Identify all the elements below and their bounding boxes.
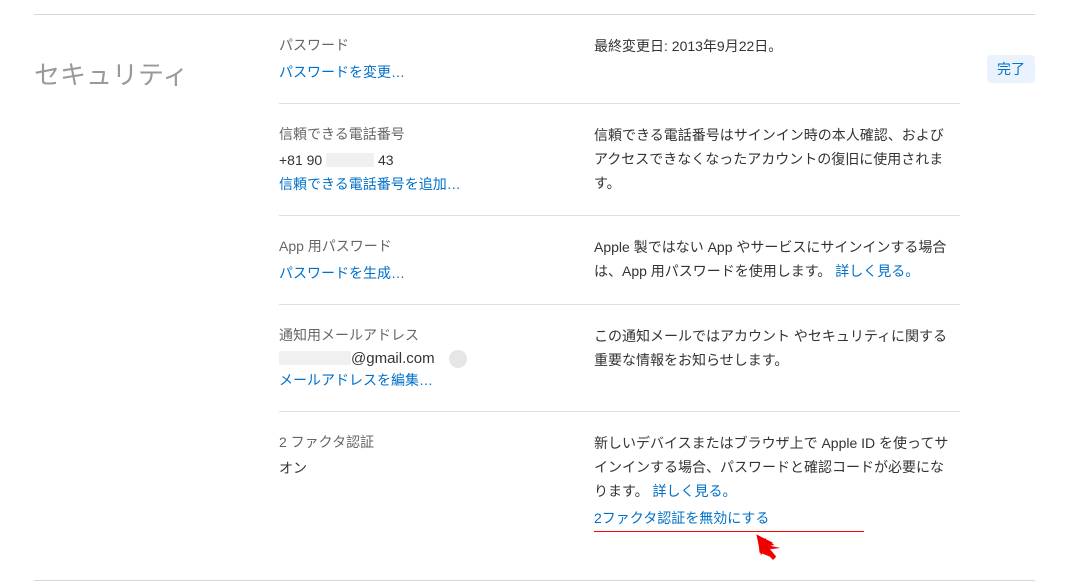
- tfa-learn-more-link[interactable]: 詳しく見る。: [653, 483, 737, 499]
- generate-app-password-link[interactable]: パスワードを生成…: [279, 261, 574, 286]
- annotation-arrow-icon: [752, 530, 782, 565]
- app-password-label: App 用パスワード: [279, 236, 574, 257]
- tfa-description: 新しいデバイスまたはブラウザ上で Apple ID を使ってサインインする場合、…: [594, 432, 954, 503]
- phone-value: +81 90 43: [279, 149, 574, 171]
- row-notification-email: 通知用メールアドレス @gmail.com メールアドレスを編集… この通知メー…: [279, 305, 960, 412]
- status-indicator-icon: [449, 350, 467, 368]
- app-password-learn-more-link[interactable]: 詳しく見る。: [835, 263, 919, 279]
- email-value: @gmail.com: [279, 350, 435, 367]
- annotation-underline: [594, 531, 864, 532]
- email-label: 通知用メールアドレス: [279, 325, 574, 346]
- password-last-changed: 最終変更日: 2013年9月22日。: [594, 35, 954, 59]
- disable-tfa-link[interactable]: 2ファクタ認証を無効にする: [594, 508, 954, 528]
- change-password-link[interactable]: パスワードを変更…: [279, 60, 574, 85]
- phone-label: 信頼できる電話番号: [279, 124, 574, 145]
- app-password-description: Apple 製ではない App やサービスにサインインする場合は、App 用パス…: [594, 236, 954, 284]
- row-two-factor: 2 ファクタ認証 オン 新しいデバイスまたはブラウザ上で Apple ID を使…: [279, 412, 960, 549]
- email-local-masked: [279, 351, 351, 365]
- tfa-status: オン: [279, 457, 574, 479]
- edit-email-link[interactable]: メールアドレスを編集…: [279, 368, 574, 393]
- row-app-password: App 用パスワード パスワードを生成… Apple 製ではない App やサー…: [279, 216, 960, 305]
- tfa-label: 2 ファクタ認証: [279, 432, 574, 453]
- phone-description: 信頼できる電話番号はサインイン時の本人確認、およびアクセスできなくなったアカウン…: [594, 124, 954, 195]
- password-label: パスワード: [279, 35, 574, 56]
- divider-bottom: [34, 580, 1035, 581]
- add-trusted-phone-link[interactable]: 信頼できる電話番号を追加…: [279, 172, 574, 197]
- email-domain: @gmail.com: [351, 350, 435, 367]
- phone-masked-part: [326, 153, 374, 167]
- phone-prefix: +81 90: [279, 152, 322, 168]
- phone-suffix: 43: [378, 152, 394, 168]
- email-description: この通知メールではアカウント やセキュリティに関する重要な情報をお知らせします。: [594, 325, 954, 373]
- row-password: パスワード パスワードを変更… 最終変更日: 2013年9月22日。: [279, 15, 960, 104]
- tfa-desc-text: 新しいデバイスまたはブラウザ上で Apple ID を使ってサインインする場合、…: [594, 435, 948, 499]
- done-button[interactable]: 完了: [987, 55, 1035, 83]
- row-trusted-phone: 信頼できる電話番号 +81 90 43 信頼できる電話番号を追加… 信頼できる電…: [279, 104, 960, 216]
- section-title: セキュリティ: [34, 55, 279, 92]
